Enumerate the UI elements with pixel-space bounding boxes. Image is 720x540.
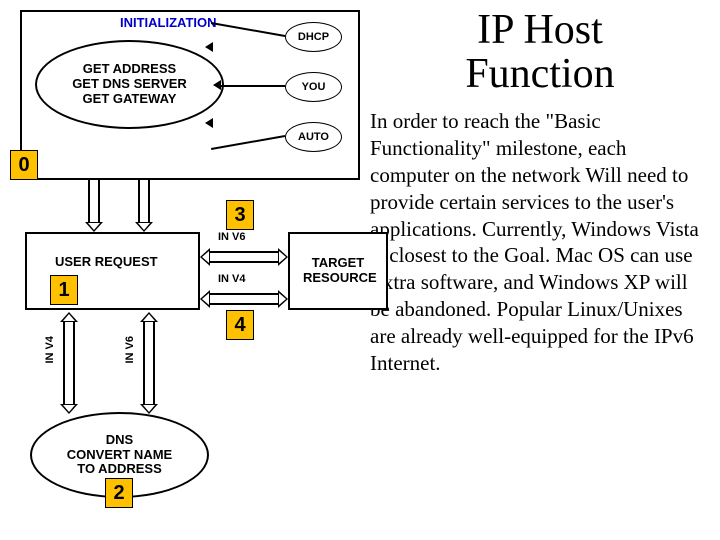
arrow-ur-dns-v6 bbox=[140, 312, 158, 414]
dns-line1: DNS bbox=[67, 433, 172, 448]
get-address: GET ADDRESS bbox=[72, 62, 187, 77]
init-actions-ellipse: GET ADDRESS GET DNS SERVER GET GATEWAY bbox=[35, 40, 224, 129]
lane-v4-vert: IN V4 bbox=[44, 336, 56, 364]
arrowhead-you bbox=[213, 80, 221, 90]
arrowhead-auto bbox=[205, 118, 213, 128]
body-text: In order to reach the "Basic Functionali… bbox=[370, 108, 705, 377]
auto-label: AUTO bbox=[298, 131, 329, 143]
step-4: 4 bbox=[226, 310, 254, 340]
step-3-label: 3 bbox=[234, 204, 245, 227]
arrow-ur-target-v4 bbox=[200, 290, 288, 308]
step-2: 2 bbox=[105, 478, 133, 508]
arrow-init-down-1 bbox=[85, 180, 103, 232]
you-label: YOU bbox=[302, 81, 326, 93]
dhcp-label: DHCP bbox=[298, 31, 329, 43]
dhcp-ellipse: DHCP bbox=[285, 22, 342, 52]
step-1-label: 1 bbox=[58, 279, 69, 302]
step-3: 3 bbox=[226, 200, 254, 230]
arrow-you bbox=[220, 85, 285, 87]
target-label: TARGET RESOURCE bbox=[303, 256, 373, 286]
lane-v6-vert: IN V6 bbox=[124, 336, 136, 364]
arrow-ur-target-v6 bbox=[200, 248, 288, 266]
target-line1: TARGET bbox=[303, 256, 373, 271]
you-ellipse: YOU bbox=[285, 72, 342, 102]
lane-v4-horiz: IN V4 bbox=[218, 273, 246, 285]
target-line2: RESOURCE bbox=[303, 271, 373, 286]
get-dns-server: GET DNS SERVER bbox=[72, 77, 187, 92]
dns-line2: CONVERT NAME bbox=[67, 448, 172, 463]
step-2-label: 2 bbox=[113, 482, 124, 505]
init-label: INITIALIZATION bbox=[120, 15, 217, 30]
step-1: 1 bbox=[50, 275, 78, 305]
page-title: IP Host Function bbox=[430, 8, 650, 96]
step-4-label: 4 bbox=[234, 314, 245, 337]
arrow-ur-dns-v4 bbox=[60, 312, 78, 414]
user-request-label: USER REQUEST bbox=[55, 255, 158, 270]
dns-labels: DNS CONVERT NAME TO ADDRESS bbox=[67, 433, 172, 478]
init-actions: GET ADDRESS GET DNS SERVER GET GATEWAY bbox=[72, 62, 187, 107]
get-gateway: GET GATEWAY bbox=[72, 92, 187, 107]
arrowhead-dhcp bbox=[205, 42, 213, 52]
step-0-label: 0 bbox=[18, 154, 29, 177]
step-0: 0 bbox=[10, 150, 38, 180]
lane-v6-horiz: IN V6 bbox=[218, 231, 246, 243]
dns-line3: TO ADDRESS bbox=[67, 462, 172, 477]
auto-ellipse: AUTO bbox=[285, 122, 342, 152]
arrow-init-down-2 bbox=[135, 180, 153, 232]
